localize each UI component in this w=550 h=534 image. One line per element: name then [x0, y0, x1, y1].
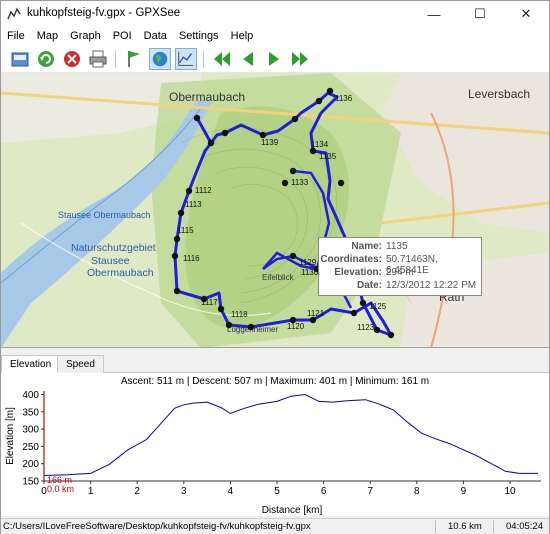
waypoint-label: 1133	[291, 178, 309, 187]
previous-icon[interactable]	[237, 48, 259, 70]
x-tick-label: 3	[181, 486, 187, 497]
waypoint-label: 1135	[319, 152, 337, 161]
last-icon[interactable]	[289, 48, 311, 70]
menu-map[interactable]: Map	[31, 27, 64, 45]
map-view[interactable]: Obermaubach Leversbach Stausee Obermauba…	[1, 73, 549, 348]
close-file-icon[interactable]	[61, 48, 83, 70]
next-icon[interactable]	[263, 48, 285, 70]
tooltip-coords-label: Coordinates:	[320, 254, 382, 265]
app-icon	[7, 7, 21, 20]
svg-text:Eifelblick: Eifelblick	[262, 273, 295, 282]
waypoint-tooltip: Name: 1135 Coordinates: 50.71463N, 6.45841…	[318, 237, 482, 296]
svg-text:Stausee: Stausee	[91, 255, 130, 267]
waypoint-label: 1112	[195, 186, 212, 195]
svg-text:Naturschutzgebiet: Naturschutzgebiet	[71, 242, 156, 254]
graph-tabs: Elevation Speed	[1, 355, 549, 374]
waypoint-label: 1116	[183, 254, 200, 263]
waypoint-label: 1117	[201, 298, 218, 307]
app-window: kuhkopfsteig-fv.gpx - GPXSee — ☐ ✕ File …	[0, 0, 550, 534]
tab-elevation[interactable]: Elevation	[1, 355, 61, 374]
tab-speed[interactable]: Speed	[57, 355, 104, 373]
first-icon[interactable]	[211, 48, 233, 70]
status-time: 04:05:24	[506, 521, 543, 532]
tooltip-elev: 294 m	[386, 267, 414, 278]
marker-distance: 0.0 km	[47, 484, 74, 494]
status-bar: C:/Users/ILoveFreeSoftware/Desktop/kuhko…	[1, 518, 549, 534]
show-map-icon[interactable]	[149, 48, 171, 70]
y-tick-label: 200	[22, 459, 39, 470]
y-tick-label: 250	[22, 442, 39, 453]
menu-data[interactable]: Data	[138, 27, 173, 45]
x-tick-label: 6	[321, 486, 327, 497]
tooltip-date-label: Date:	[356, 280, 382, 291]
maximize-button[interactable]: ☐	[457, 1, 503, 27]
close-button[interactable]: ✕	[503, 1, 549, 27]
svg-text:Obermaubach: Obermaubach	[169, 90, 245, 104]
x-tick-label: 8	[414, 486, 420, 497]
minimize-button[interactable]: —	[411, 1, 457, 27]
waypoint-label: 1121	[307, 309, 325, 318]
waypoint-label: 1120	[287, 322, 305, 331]
svg-text:Obermaubach: Obermaubach	[87, 267, 154, 279]
window-title: kuhkopfsteig-fv.gpx - GPXSee	[27, 7, 181, 19]
svg-text:Leversbach: Leversbach	[468, 87, 530, 101]
y-tick-label: 300	[22, 425, 39, 436]
elevation-series-line	[43, 393, 538, 476]
show-poi-icon[interactable]	[123, 48, 145, 70]
menu-poi[interactable]: POI	[107, 27, 138, 45]
tooltip-name-label: Name:	[351, 241, 382, 252]
x-tick-label: 9	[461, 486, 467, 497]
x-tick-label: 4	[228, 486, 234, 497]
title-bar[interactable]: kuhkopfsteig-fv.gpx - GPXSee — ☐ ✕	[1, 1, 549, 27]
tooltip-date: 12/3/2012 12:22 PM	[386, 280, 477, 291]
y-tick-label: 150	[22, 477, 39, 488]
menu-graph[interactable]: Graph	[64, 27, 107, 45]
waypoint-label: 1125	[369, 302, 387, 311]
menu-file[interactable]: File	[1, 27, 31, 45]
reload-icon[interactable]	[35, 48, 57, 70]
toolbar	[1, 45, 549, 73]
waypoint-label: 1118	[231, 310, 248, 319]
open-icon[interactable]	[9, 48, 31, 70]
print-icon[interactable]	[87, 48, 109, 70]
x-tick-label: 1	[88, 486, 94, 497]
y-tick-label: 350	[22, 407, 39, 418]
x-axis-label: Distance [km]	[262, 505, 323, 516]
y-tick-label: 400	[22, 390, 39, 401]
waypoint-label: 1115	[177, 226, 194, 235]
show-graphs-icon[interactable]	[175, 48, 197, 70]
map-canvas[interactable]: Obermaubach Leversbach Stausee Obermauba…	[1, 73, 549, 348]
x-tick-label: 2	[134, 486, 140, 497]
svg-text:Stausee Obermaubach: Stausee Obermaubach	[58, 210, 151, 220]
waypoint-label: 1134	[311, 140, 329, 149]
menu-help[interactable]: Help	[225, 27, 260, 45]
waypoint-label: 1139	[261, 138, 279, 147]
x-tick-label: 10	[504, 486, 516, 497]
elevation-graph[interactable]: Ascent: 511 m | Descent: 507 m | Maximum…	[1, 373, 549, 516]
menu-settings[interactable]: Settings	[173, 27, 225, 45]
status-distance: 10.6 km	[448, 521, 482, 532]
status-file-path: C:/Users/ILoveFreeSoftware/Desktop/kuhko…	[3, 521, 311, 532]
waypoint-label: 1136	[335, 94, 353, 103]
elevation-chart[interactable]: 0 1 2 3 4 5 6 7 8 9 10150200250300350400 166 m 0.0…	[1, 373, 549, 516]
waypoint-label: 1129	[299, 258, 317, 267]
waypoint-label: 1113	[185, 200, 202, 209]
tooltip-elev-label: Elevation:	[334, 267, 382, 278]
waypoint-label: 1130	[301, 268, 319, 277]
menu-bar: File Map Graph POI Data Settings Help	[1, 27, 549, 45]
x-tick-label: 5	[274, 486, 280, 497]
tooltip-name: 1135	[386, 241, 408, 252]
waypoint-label: 1123	[357, 323, 375, 332]
x-tick-label: 7	[367, 486, 373, 497]
y-axis-label: Elevation [m]	[5, 407, 16, 465]
